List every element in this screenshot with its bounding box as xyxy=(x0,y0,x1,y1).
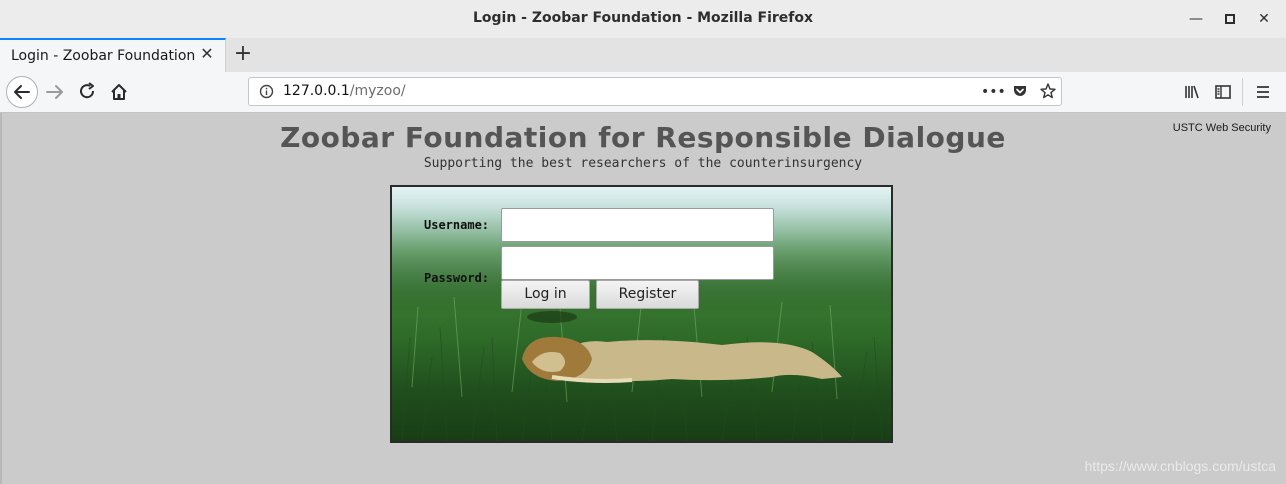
url-text[interactable]: 127.0.0.1/myzoo/ xyxy=(283,83,406,99)
watermark: https://www.cnblogs.com/ustca xyxy=(1084,458,1276,474)
close-window-icon[interactable]: ✕ xyxy=(1255,10,1273,28)
tab-close-icon[interactable]: ✕ xyxy=(199,46,215,62)
page-subtitle: Supporting the best researchers of the c… xyxy=(423,156,863,171)
login-panel: Username: Password: Log in Register xyxy=(390,185,893,443)
username-input[interactable] xyxy=(501,208,774,242)
reload-icon[interactable] xyxy=(72,77,102,107)
info-icon[interactable] xyxy=(259,84,274,99)
navigation-toolbar: 127.0.0.1/myzoo/ ••• xyxy=(0,72,1286,113)
hamburger-menu-icon[interactable] xyxy=(1253,82,1273,102)
window-title: Login - Zoobar Foundation - Mozilla Fire… xyxy=(472,10,814,26)
pocket-icon[interactable] xyxy=(1010,82,1030,102)
register-button[interactable]: Register xyxy=(596,280,699,309)
left-window-edge xyxy=(0,113,2,484)
new-tab-icon[interactable]: + xyxy=(232,43,254,65)
more-dots-icon[interactable]: ••• xyxy=(981,82,1006,102)
username-label: Username: xyxy=(424,218,490,232)
login-button[interactable]: Log in xyxy=(501,280,590,309)
url-bar[interactable]: 127.0.0.1/myzoo/ ••• xyxy=(248,77,1062,106)
back-arrow-icon[interactable] xyxy=(6,76,38,108)
url-path: /myzoo/ xyxy=(349,83,406,99)
star-icon[interactable] xyxy=(1038,82,1058,102)
page-content: USTC Web Security Zoobar Foundation for … xyxy=(0,113,1286,484)
maximize-icon[interactable] xyxy=(1221,10,1239,28)
password-input[interactable] xyxy=(501,246,774,280)
library-icon[interactable] xyxy=(1182,82,1202,102)
window-titlebar: Login - Zoobar Foundation - Mozilla Fire… xyxy=(0,0,1286,39)
minimize-icon[interactable]: — xyxy=(1187,10,1205,28)
forward-arrow-icon[interactable] xyxy=(40,77,70,107)
tab-strip: Login - Zoobar Foundation ✕ + xyxy=(0,38,1286,73)
toolbar-separator xyxy=(1242,78,1243,106)
home-icon[interactable] xyxy=(104,77,134,107)
tab-title: Login - Zoobar Foundation xyxy=(11,48,196,64)
tab-login[interactable]: Login - Zoobar Foundation ✕ xyxy=(0,38,226,72)
page-title: Zoobar Foundation for Responsible Dialog… xyxy=(280,121,1006,154)
sidebar-icon[interactable] xyxy=(1213,82,1233,102)
password-label: Password: xyxy=(424,271,490,285)
url-host: 127.0.0.1 xyxy=(283,83,350,99)
